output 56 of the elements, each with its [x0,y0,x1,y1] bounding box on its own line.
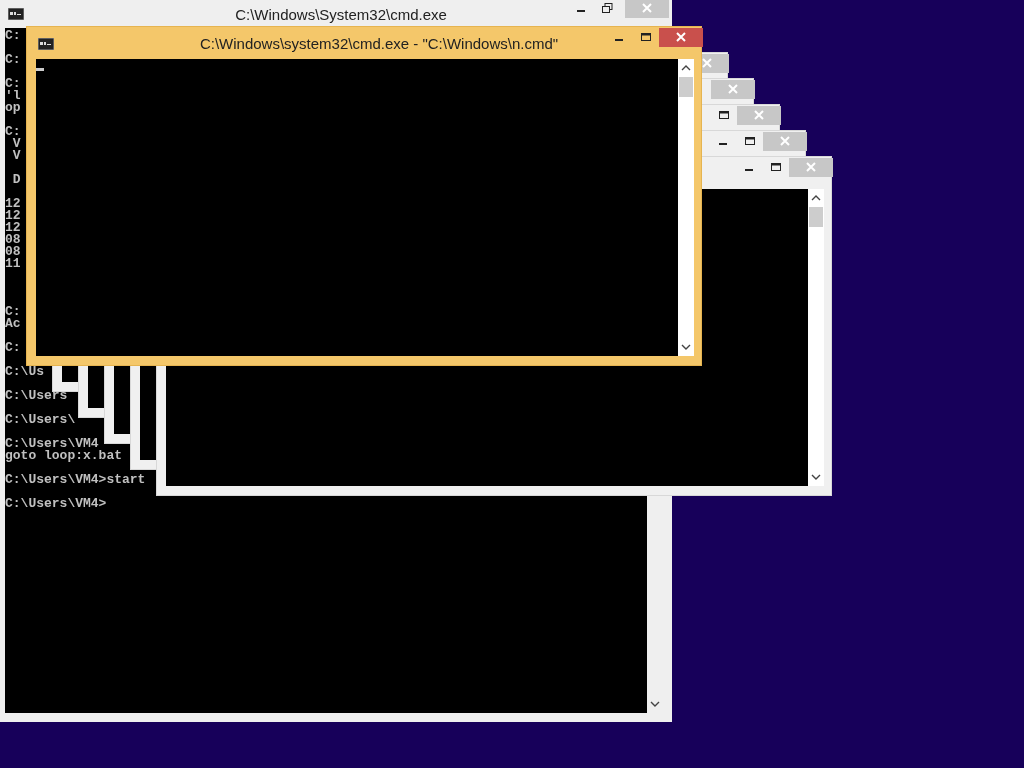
scroll-down-icon[interactable] [811,474,821,480]
maximize-icon [640,31,652,43]
console-line: goto loop:x.bat [5,450,123,462]
console-line: C:\Users\VM4>start [5,474,146,486]
minimize-icon [576,9,586,13]
close-icon [753,109,765,121]
console-line: 'l [5,90,21,102]
console-line: C:\Us [5,366,44,378]
close-icon [805,161,817,173]
console-line: C: [5,54,21,66]
close-icon [702,57,713,69]
console-line: 12 [5,222,21,234]
minimize-icon [614,38,624,42]
text-cursor [36,68,44,71]
scroll-thumb[interactable] [809,207,823,227]
console-line: Ac [5,318,21,330]
minimize-icon [718,142,728,146]
close-icon [675,31,687,43]
console-line: V [11,150,21,162]
terminal-icon [38,38,54,50]
scrollbar[interactable] [678,59,694,356]
close-icon [727,83,739,95]
close-button[interactable] [659,28,703,47]
console-line: C:\Users [5,390,68,402]
scrollbar[interactable] [808,189,824,486]
console-line: 08 [5,234,21,246]
window-title: C:\Windows\system32\cmd.exe - "C:\Windows\n.cmd" [199,34,559,52]
terminal-icon [8,8,24,20]
console-line: C: [5,30,21,42]
console-line: 11 [5,258,21,270]
scroll-up-icon[interactable] [681,65,691,71]
console-line: C: [5,78,21,90]
console-line: V [11,138,21,150]
close-icon [641,2,653,14]
scroll-up-icon[interactable] [811,195,821,201]
scroll-down-icon[interactable] [650,701,660,707]
maximize-icon [718,109,730,121]
maximize-icon [744,135,756,147]
close-icon [779,135,791,147]
window-title: C:\Windows\System32\cmd.exe [235,5,447,23]
scroll-down-icon[interactable] [681,344,691,350]
console-line: op [5,102,21,114]
restore-icon [601,2,613,14]
console-line: C:\Users\VM4> [5,498,107,510]
console-line: C:\Users\VM4 [5,438,99,450]
console-line: C: [5,126,21,138]
console-line: C:\Users\ [5,414,76,426]
console-line: 12 [5,210,21,222]
console-line: C: [5,306,21,318]
scroll-thumb[interactable] [679,77,693,97]
console-line: 12 [5,198,21,210]
console-line: C: [5,342,21,354]
console-line: D [11,174,21,186]
minimize-icon [744,168,754,172]
console-line: 08 [5,246,21,258]
maximize-icon [770,161,782,173]
